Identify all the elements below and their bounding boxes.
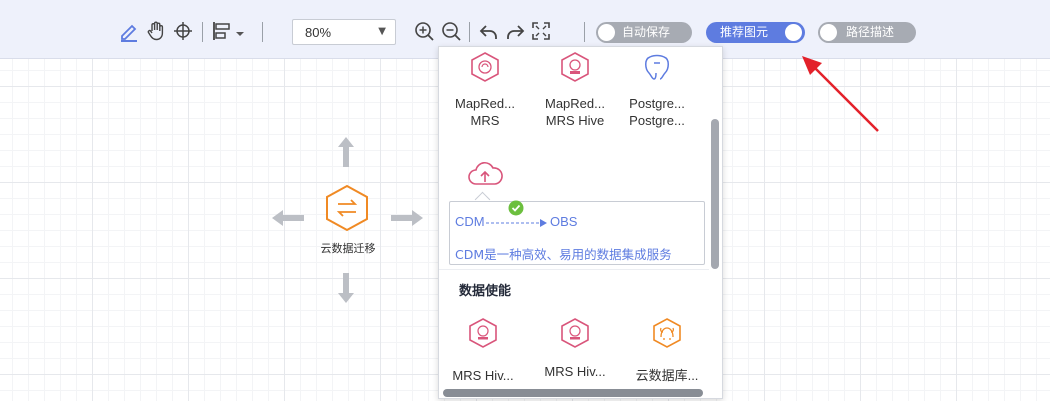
arrow-right-icon[interactable]	[391, 210, 423, 226]
vertical-scrollbar[interactable]	[711, 119, 719, 269]
toolbar-divider	[202, 22, 203, 42]
arrow-up-icon[interactable]	[338, 137, 354, 167]
toggle-knob	[820, 24, 837, 41]
align-left-icon[interactable]	[211, 20, 233, 42]
palette-item-label[interactable]: MRS Hiv...	[439, 367, 527, 384]
path-description-toggle[interactable]: 路径描述	[818, 22, 916, 43]
zoom-in-icon[interactable]	[413, 20, 435, 42]
autosave-label: 自动保存	[622, 25, 671, 39]
palette-item-label[interactable]: 云数据库...	[623, 367, 711, 384]
zoom-value: 80%	[305, 25, 332, 40]
element-palette: MapRed... MRS MapRed... MRS Hive Postgre…	[438, 46, 723, 399]
horizontal-scrollbar[interactable]	[443, 389, 703, 397]
mapreduce-hive-icon[interactable]	[559, 51, 591, 83]
crosshair-move-icon[interactable]	[172, 20, 194, 42]
edit-icon[interactable]	[118, 20, 140, 42]
chevron-down-icon: ▼	[378, 26, 386, 37]
zoom-out-icon[interactable]	[440, 20, 462, 42]
postgresql-icon[interactable]	[641, 51, 673, 83]
tooltip-description: CDM是一种高效、易用的数据集成服务	[455, 247, 672, 262]
toggle-knob	[785, 24, 802, 41]
palette-item-label[interactable]: Postgre... Postgre...	[613, 95, 701, 129]
cloud-database-icon[interactable]	[651, 317, 683, 349]
check-success-icon	[508, 200, 524, 216]
tooltip-source: CDM	[455, 214, 485, 229]
node-label: 云数据迁移	[320, 242, 376, 255]
undo-icon[interactable]	[478, 20, 500, 42]
palette-item-name: MapRed...	[455, 96, 515, 111]
hand-pan-icon[interactable]	[145, 20, 167, 42]
palette-item-subname: Postgre...	[629, 113, 685, 128]
palette-item-name: MRS Hiv...	[452, 368, 514, 383]
palette-item-subname: MRS	[470, 113, 500, 128]
path-description-label: 路径描述	[846, 25, 895, 39]
mapreduce-mrs-icon[interactable]	[469, 51, 501, 83]
data-migration-icon[interactable]	[324, 184, 370, 232]
toggle-knob	[598, 24, 615, 41]
section-title: 数据使能	[459, 284, 512, 299]
palette-item-label[interactable]: MRS Hiv...	[531, 363, 619, 380]
chevron-down-icon[interactable]	[233, 20, 247, 42]
annotation-arrow-icon	[802, 56, 879, 132]
tooltip-target: OBS	[550, 214, 578, 229]
toolbar-divider	[262, 22, 263, 42]
autosave-toggle[interactable]: 自动保存	[596, 22, 692, 43]
redo-icon[interactable]	[504, 20, 526, 42]
palette-item-name: Postgre...	[629, 96, 685, 111]
recommend-elements-label: 推荐图元	[720, 25, 769, 39]
arrow-left-icon[interactable]	[272, 210, 304, 226]
recommend-elements-toggle[interactable]: 推荐图元	[706, 22, 805, 43]
mrs-hive-icon[interactable]	[467, 317, 499, 349]
fit-screen-icon[interactable]	[530, 20, 552, 42]
flow-arrow-icon	[486, 219, 547, 227]
palette-item-name: MRS Hiv...	[544, 364, 606, 379]
mrs-hive-icon-2[interactable]	[559, 317, 591, 349]
palette-item-name: MapRed...	[545, 96, 605, 111]
zoom-select[interactable]: 80% ▼	[292, 19, 396, 45]
palette-item-label[interactable]: MapRed... MRS Hive	[531, 95, 619, 129]
palette-item-name: 云数据库...	[635, 368, 699, 383]
toolbar-divider	[469, 22, 470, 42]
toolbar-divider	[584, 22, 585, 42]
section-divider	[439, 269, 709, 270]
cdm-tooltip: CDM OBS CDM是一种高效、易用的数据集成服务	[449, 200, 705, 265]
cloud-upload-icon[interactable]	[467, 159, 503, 189]
arrow-down-icon[interactable]	[338, 273, 354, 303]
palette-item-subname: MRS Hive	[545, 113, 605, 128]
palette-item-label[interactable]: MapRed... MRS	[441, 95, 529, 129]
